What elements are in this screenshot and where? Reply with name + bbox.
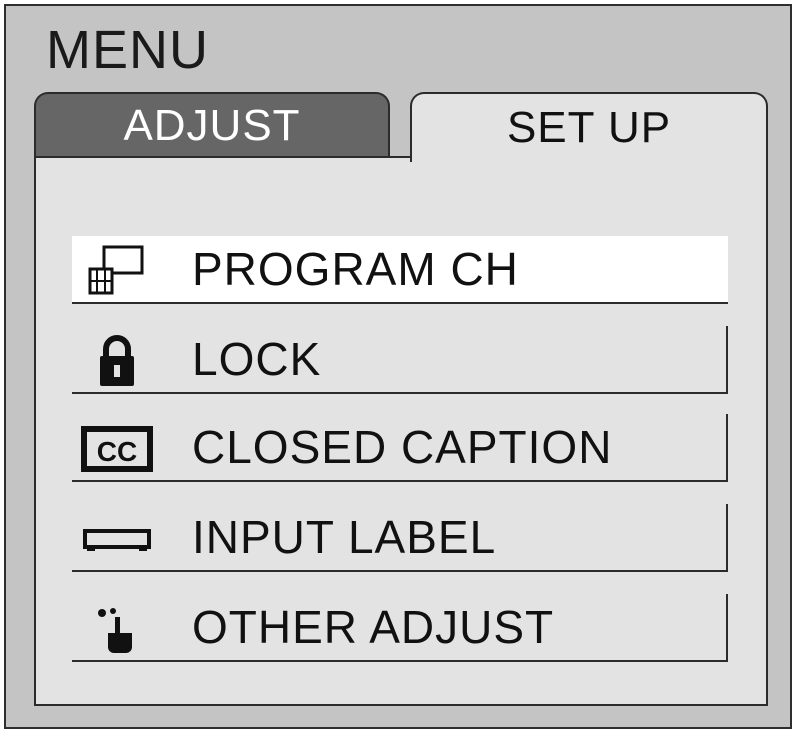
- menu-title: MENU: [46, 20, 209, 80]
- tab-panel-joint: [412, 155, 766, 159]
- menu-item-program-ch[interactable]: PROGRAM CH: [72, 236, 728, 304]
- menu-item-other-adjust[interactable]: OTHER ADJUST: [72, 594, 728, 662]
- menu-item-label: OTHER ADJUST: [192, 601, 555, 653]
- menu-item-label: CLOSED CAPTION: [192, 421, 613, 473]
- other-adjust-icon: [72, 597, 162, 657]
- menu-item-input-label[interactable]: INPUT LABEL: [72, 504, 728, 572]
- tab-setup[interactable]: SET UP: [410, 92, 768, 162]
- closed-caption-icon: CC: [72, 417, 162, 477]
- program-channel-icon: [72, 239, 162, 299]
- tab-adjust[interactable]: ADJUST: [34, 92, 390, 158]
- menu-item-label: LOCK: [192, 333, 322, 385]
- menu-item-lock[interactable]: LOCK: [72, 326, 728, 394]
- menu-item-label: PROGRAM CH: [192, 243, 519, 295]
- svg-text:CC: CC: [97, 436, 137, 467]
- menu-item-closed-caption[interactable]: CC CLOSED CAPTION: [72, 414, 728, 482]
- lock-icon: [72, 329, 162, 389]
- input-label-icon: [72, 507, 162, 567]
- menu-item-label: INPUT LABEL: [192, 511, 497, 563]
